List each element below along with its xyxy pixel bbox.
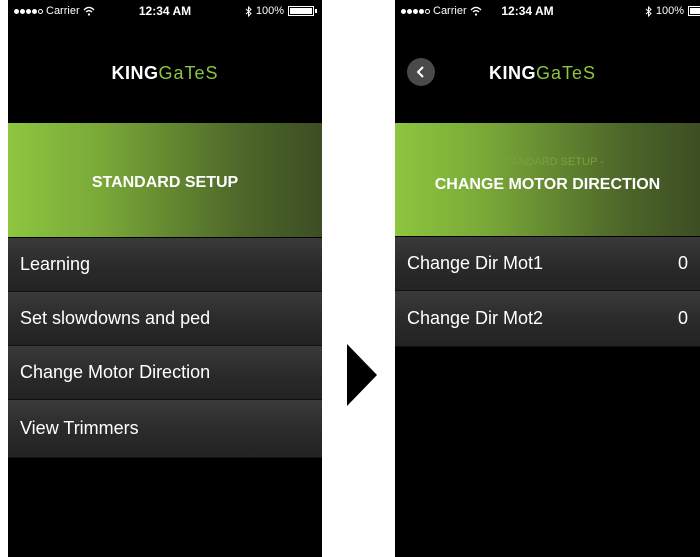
- section-banner: - STANDARD SETUP - CHANGE MOTOR DIRECTIO…: [395, 123, 700, 236]
- menu-item-change-motor-direction[interactable]: Change Motor Direction: [8, 346, 322, 400]
- arrow-right-icon: [347, 344, 377, 406]
- menu-item-view-trimmers[interactable]: View Trimmers: [8, 400, 322, 458]
- setting-row-label: Change Dir Mot1: [407, 253, 544, 273]
- setting-row-label: Change Dir Mot2: [407, 308, 544, 328]
- bluetooth-icon: [645, 5, 652, 17]
- battery-icon: [288, 6, 317, 16]
- bluetooth-icon: [245, 5, 252, 17]
- brand-gates: GaTeS: [158, 63, 219, 83]
- menu-item-set-slowdowns[interactable]: Set slowdowns and ped: [8, 292, 322, 346]
- brand-logo: KINGGaTeS: [8, 63, 322, 84]
- banner-subtitle: - STANDARD SETUP -: [491, 156, 604, 168]
- setting-row-value: 0: [677, 253, 688, 273]
- setting-row-change-dir-mot2[interactable]: Change Dir Mot2 0: [395, 291, 700, 347]
- battery-group: 100%: [245, 5, 317, 17]
- menu-item-label: View Trimmers: [20, 418, 139, 438]
- phone-screen-standard-setup: Carrier 12:34 AM 100% KINGGaTeS STANDARD…: [8, 0, 322, 557]
- menu-item-learning[interactable]: Learning: [8, 238, 322, 292]
- brand-king: KING: [111, 63, 159, 83]
- status-bar: Carrier 12:34 AM 100%: [395, 0, 700, 20]
- menu-item-label: Change Motor Direction: [20, 362, 211, 382]
- brand-king: KING: [488, 63, 536, 83]
- banner-title: STANDARD SETUP: [91, 174, 239, 191]
- status-bar: Carrier 12:34 AM 100%: [8, 0, 322, 20]
- setting-row-change-dir-mot1[interactable]: Change Dir Mot1 0: [395, 237, 700, 291]
- brand-gates: GaTeS: [535, 63, 597, 83]
- banner-title: CHANGE MOTOR DIRECTION: [434, 176, 661, 193]
- battery-icon: [688, 6, 700, 16]
- brand-logo: KINGGaTeS: [395, 63, 700, 84]
- setting-row-value: 0: [677, 308, 688, 328]
- phone-screen-change-motor-direction: Carrier 12:34 AM 100% KINGGaTeS - STANDA…: [395, 0, 700, 557]
- menu-item-label: Learning: [20, 254, 91, 274]
- battery-percent: 100%: [255, 5, 284, 17]
- menu-item-label: Set slowdowns and ped: [20, 308, 211, 328]
- battery-percent: 100%: [655, 5, 684, 17]
- section-banner: STANDARD SETUP: [8, 123, 322, 237]
- battery-group: 100%: [645, 5, 700, 17]
